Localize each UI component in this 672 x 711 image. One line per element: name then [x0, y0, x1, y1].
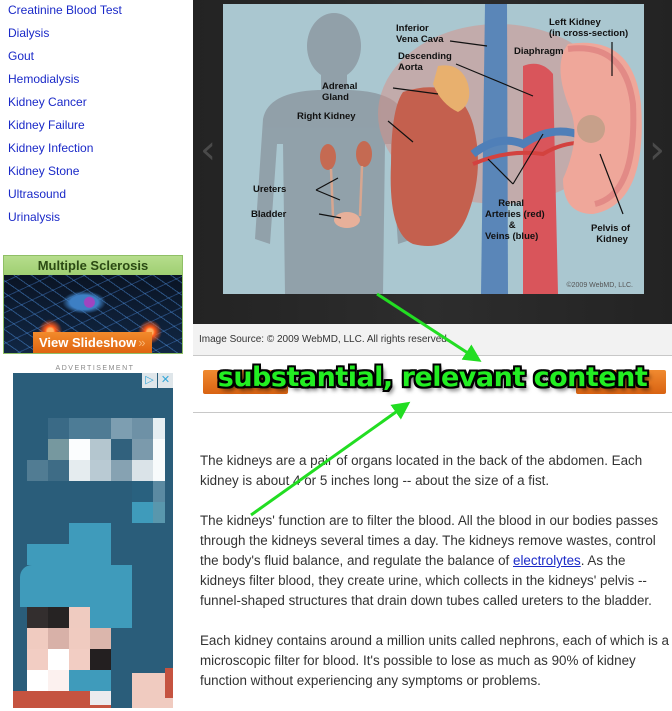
- list-item: Hemodialysis: [8, 71, 122, 94]
- kidney-anatomy-illustration: ©2009 WebMD, LLC. Inferior Vena Cava Des…: [223, 4, 644, 294]
- list-item: Gout: [8, 48, 122, 71]
- link-gout[interactable]: Gout: [8, 49, 34, 63]
- link-kidney-infection[interactable]: Kidney Infection: [8, 141, 93, 155]
- aorta: [523, 63, 558, 294]
- paragraph-3: Each kidney contains around a million un…: [200, 633, 669, 688]
- right-kidney: [390, 87, 478, 246]
- link-ultrasound[interactable]: Ultrasound: [8, 187, 66, 201]
- label-renal-vessels: Renal Arteries (red) & Veins (blue): [485, 198, 545, 242]
- article-body: The kidneys are a pair of organs located…: [200, 451, 670, 711]
- link-dialysis[interactable]: Dialysis: [8, 26, 49, 40]
- close-ad-icon[interactable]: ✕: [158, 373, 173, 388]
- paragraph-2: The kidneys' function are to filter the …: [200, 511, 670, 611]
- label-inferior-vena-cava: Inferior Vena Cava: [396, 23, 444, 45]
- list-item: Kidney Stone: [8, 163, 122, 186]
- label-pelvis-of-kidney: Pelvis of Kidney: [591, 223, 631, 245]
- view-slideshow-button[interactable]: View Slideshow»: [33, 332, 152, 353]
- link-creatinine-blood-test[interactable]: Creatinine Blood Test: [8, 3, 122, 17]
- slideshow-promo[interactable]: Multiple Sclerosis View Slideshow»: [3, 255, 183, 354]
- link-urinalysis[interactable]: Urinalysis: [8, 210, 60, 224]
- adchoices-icon[interactable]: ▷: [142, 373, 157, 388]
- kidney-anatomy-drawing: ©2009 WebMD, LLC.: [255, 4, 642, 294]
- label-bladder: Bladder: [251, 209, 287, 220]
- advertisement-label: ADVERTISEMENT: [55, 365, 135, 372]
- list-item: Urinalysis: [8, 209, 122, 232]
- promo-title: Multiple Sclerosis: [4, 256, 182, 275]
- electrolytes-link[interactable]: electrolytes: [513, 553, 581, 568]
- label-diaphragm: Diaphragm: [514, 46, 564, 57]
- next-slide-button[interactable]: ›: [644, 128, 670, 172]
- left-sidebar: Creatinine Blood Test Dialysis Gout Hemo…: [0, 0, 190, 708]
- link-kidney-stone[interactable]: Kidney Stone: [8, 164, 79, 178]
- advertisement-banner[interactable]: ▷ ✕: [13, 373, 173, 708]
- link-hemodialysis[interactable]: Hemodialysis: [8, 72, 79, 86]
- related-links-list: Creatinine Blood Test Dialysis Gout Hemo…: [8, 2, 122, 232]
- label-descending-aorta: Descending Aorta: [398, 51, 452, 73]
- list-item: Ultrasound: [8, 186, 122, 209]
- link-kidney-failure[interactable]: Kidney Failure: [8, 118, 85, 132]
- label-left-kidney: Left Kidney (in cross-section): [549, 17, 629, 39]
- double-chevron-right-icon: »: [138, 335, 146, 350]
- list-item: Creatinine Blood Test: [8, 2, 122, 25]
- image-copyright: ©2009 WebMD, LLC.: [566, 281, 633, 289]
- list-item: Dialysis: [8, 25, 122, 48]
- view-slideshow-label: View Slideshow: [39, 335, 137, 350]
- label-adrenal-gland: Adrenal Gland: [322, 81, 358, 103]
- list-item: Kidney Cancer: [8, 94, 122, 117]
- paragraph-1: The kidneys are a pair of organs located…: [200, 453, 643, 488]
- ad-controls: ▷ ✕: [141, 373, 173, 388]
- label-ureters: Ureters: [253, 184, 287, 195]
- slideshow: ‹ › ©2009 WebMD, LLC. Inferior Vena Cava…: [193, 0, 672, 324]
- image-caption: Image Source: © 2009 WebMD, LLC. All rig…: [193, 324, 672, 356]
- annotation-banner: substantial, relevant content: [217, 362, 648, 393]
- label-right-kidney: Right Kidney: [297, 111, 356, 122]
- previous-slide-button[interactable]: ‹: [195, 128, 221, 172]
- link-kidney-cancer[interactable]: Kidney Cancer: [8, 95, 87, 109]
- list-item: Kidney Infection: [8, 140, 122, 163]
- list-item: Kidney Failure: [8, 117, 122, 140]
